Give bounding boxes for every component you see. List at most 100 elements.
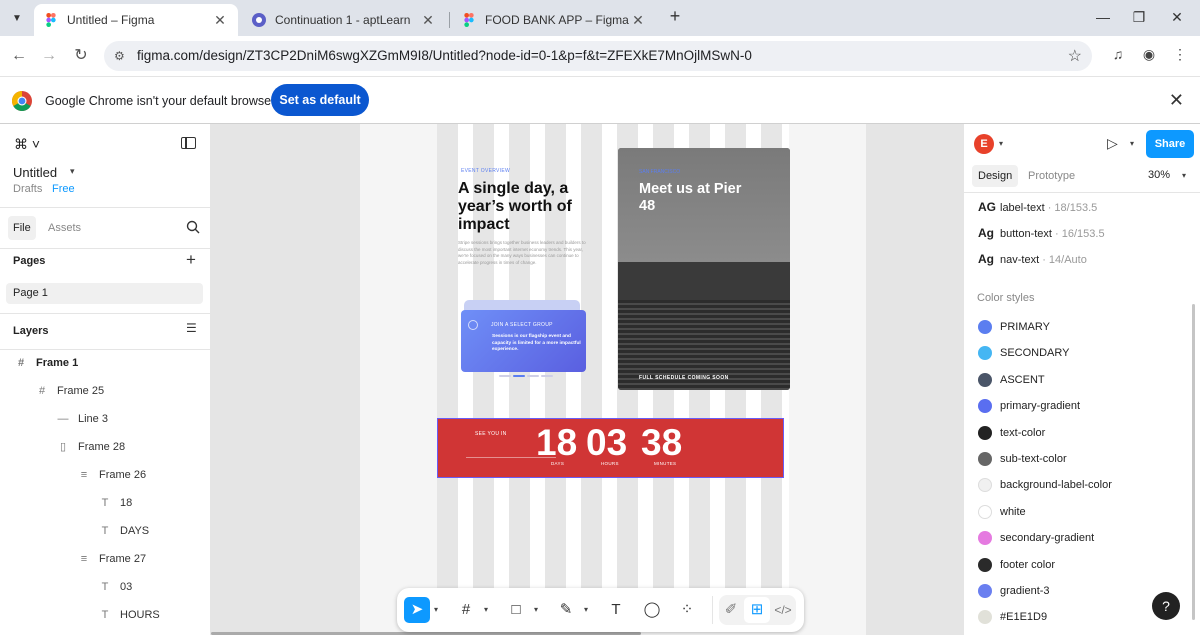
layer-row[interactable]: ≡ Frame 27 bbox=[77, 545, 146, 573]
comment-tool-icon[interactable]: ◯ bbox=[639, 597, 665, 623]
color-style-name: ASCENT bbox=[1000, 373, 1045, 386]
chevron-down-icon[interactable]: ▾ bbox=[70, 166, 75, 177]
window-close-icon[interactable]: ✕ bbox=[1162, 6, 1192, 28]
file-location[interactable]: Drafts bbox=[13, 183, 42, 195]
color-style-item[interactable]: #E1E1D9 bbox=[978, 609, 1047, 625]
minimize-icon[interactable]: — bbox=[1088, 6, 1118, 28]
more-menu-icon[interactable]: ⋮ bbox=[1170, 46, 1190, 66]
layer-row[interactable]: — Line 3 bbox=[56, 405, 108, 433]
close-icon[interactable]: ✕ bbox=[212, 12, 228, 29]
add-page-icon[interactable]: + bbox=[186, 250, 196, 270]
color-style-item[interactable]: gradient-3 bbox=[978, 583, 1050, 599]
color-style-item[interactable]: footer color bbox=[978, 557, 1055, 573]
pier-photo-card[interactable]: SAN FRANCISCO Meet us at Pier 48 FULL SC… bbox=[618, 148, 790, 390]
vertical-scrollbar[interactable] bbox=[1192, 304, 1195, 620]
new-tab-button[interactable]: + bbox=[664, 6, 686, 28]
layer-row[interactable]: # Frame 1 bbox=[14, 349, 78, 377]
hero-body[interactable]: Stripe sessions brings together business… bbox=[458, 240, 588, 266]
set-as-default-button[interactable]: Set as default bbox=[271, 84, 369, 116]
site-info-icon[interactable]: ⚙ bbox=[114, 49, 125, 63]
layer-row[interactable]: T HOURS bbox=[98, 601, 160, 629]
design-mode-icon[interactable]: ⊞ bbox=[744, 597, 770, 623]
hero-title[interactable]: A single day, a year’s worth of impact bbox=[458, 180, 598, 234]
tab-file[interactable]: File bbox=[8, 216, 36, 240]
text-tool-icon[interactable]: T bbox=[603, 597, 629, 623]
text-style-item[interactable]: AG label-text · 18/153.5 bbox=[978, 200, 1097, 214]
share-button[interactable]: Share bbox=[1146, 130, 1194, 158]
sidebar-toggle-icon[interactable] bbox=[181, 137, 196, 149]
color-style-item[interactable]: background-label-color bbox=[978, 477, 1112, 493]
draw-mode-icon[interactable]: ✐ bbox=[718, 597, 744, 623]
layout-grid-column bbox=[437, 124, 458, 592]
close-icon[interactable]: ✕ bbox=[420, 12, 436, 29]
layer-row[interactable]: ▯ Frame 28 bbox=[56, 433, 125, 461]
move-tool-icon[interactable]: ➤ bbox=[404, 597, 430, 623]
chevron-down-icon[interactable]: ▾ bbox=[999, 139, 1003, 148]
tab-assets[interactable]: Assets bbox=[43, 216, 86, 240]
bookmark-star-icon[interactable]: ☆ bbox=[1068, 46, 1082, 66]
page-item[interactable]: Page 1 bbox=[6, 283, 203, 304]
avatar[interactable]: E bbox=[974, 134, 994, 154]
forward-icon[interactable]: → bbox=[38, 45, 60, 67]
carousel-dot-active[interactable] bbox=[513, 375, 525, 377]
reload-icon[interactable]: ↻ bbox=[70, 45, 92, 67]
profile-icon[interactable]: ◉ bbox=[1139, 46, 1159, 66]
color-style-item[interactable]: secondary-gradient bbox=[978, 530, 1094, 546]
countdown-frame[interactable]: SEE YOU IN 18 DAYS 03 HOURS 38 MINUTES bbox=[437, 418, 784, 478]
dev-mode-icon[interactable]: </> bbox=[770, 597, 796, 623]
carousel-dot[interactable] bbox=[541, 375, 553, 377]
divider bbox=[0, 207, 211, 208]
layer-row[interactable]: T 18 bbox=[98, 489, 133, 517]
layer-row[interactable]: ≡ Frame 26 bbox=[77, 461, 146, 489]
zoom-level[interactable]: 30% bbox=[1148, 169, 1170, 181]
tab-search-icon[interactable]: ▼ bbox=[6, 7, 28, 29]
chevron-down-icon[interactable]: ▾ bbox=[484, 605, 488, 614]
plan-badge[interactable]: Free bbox=[52, 183, 75, 195]
tab-untitled-figma[interactable]: Untitled – Figma ✕ bbox=[34, 4, 238, 36]
color-style-item[interactable]: PRIMARY bbox=[978, 319, 1050, 335]
pen-tool-icon[interactable]: ✎ bbox=[553, 597, 579, 623]
file-name[interactable]: Untitled bbox=[13, 165, 57, 180]
color-style-item[interactable]: ASCENT bbox=[978, 372, 1045, 388]
media-controls-icon[interactable]: ♫ bbox=[1108, 46, 1128, 66]
frame-tool-icon[interactable]: # bbox=[453, 597, 479, 623]
color-style-item[interactable]: sub-text-color bbox=[978, 451, 1067, 467]
chevron-down-icon[interactable]: ▾ bbox=[584, 605, 588, 614]
search-icon[interactable] bbox=[186, 220, 200, 234]
color-style-item[interactable]: primary-gradient bbox=[978, 398, 1080, 414]
layer-label: DAYS bbox=[120, 525, 150, 537]
tab-design[interactable]: Design bbox=[972, 165, 1019, 187]
color-style-item[interactable]: white bbox=[978, 504, 1026, 520]
actions-icon[interactable]: ⁘ bbox=[674, 597, 700, 623]
tab-aptlearn[interactable]: Continuation 1 - aptLearn ✕ bbox=[242, 4, 446, 36]
vertical-layout-icon: ≡ bbox=[80, 553, 88, 565]
text-style-item[interactable]: Ag nav-text · 14/Auto bbox=[978, 252, 1087, 266]
rectangle-tool-icon[interactable]: □ bbox=[503, 597, 529, 623]
design-canvas[interactable]: EVENT OVERVIEW A single day, a year’s wo… bbox=[211, 124, 963, 635]
help-button[interactable]: ? bbox=[1152, 592, 1180, 620]
color-style-item[interactable]: SECONDARY bbox=[978, 345, 1069, 361]
carousel-dot[interactable] bbox=[527, 375, 539, 377]
present-play-icon[interactable]: ▷ bbox=[1107, 135, 1118, 152]
chevron-down-icon[interactable]: ▾ bbox=[1130, 139, 1134, 148]
url-text[interactable]: figma.com/design/ZT3CP2DniM6swgXZGmM9I8/… bbox=[137, 48, 752, 63]
chevron-down-icon[interactable]: ▾ bbox=[534, 605, 538, 614]
address-bar[interactable]: ⚙ figma.com/design/ZT3CP2DniM6swgXZGmM9I… bbox=[104, 41, 1092, 71]
tab-prototype[interactable]: Prototype bbox=[1022, 165, 1081, 187]
color-style-item[interactable]: text-color bbox=[978, 425, 1045, 441]
layer-row[interactable]: T DAYS bbox=[98, 517, 150, 545]
chevron-down-icon[interactable]: ▾ bbox=[434, 605, 438, 614]
close-icon[interactable]: ✕ bbox=[630, 12, 646, 29]
text-style-item[interactable]: Ag button-text · 16/153.5 bbox=[978, 226, 1105, 240]
layers-options-icon[interactable]: ☰ bbox=[186, 321, 197, 335]
carousel-dot[interactable] bbox=[499, 375, 511, 377]
restore-icon[interactable]: ❐ bbox=[1124, 6, 1154, 28]
figma-main-menu-icon[interactable]: ⌘ ˅ bbox=[14, 136, 40, 153]
chevron-down-icon[interactable]: ▾ bbox=[1182, 171, 1186, 180]
infobar-close-icon[interactable]: ✕ bbox=[1169, 90, 1184, 111]
tab-food-bank-figma[interactable]: FOOD BANK APP – Figma ✕ bbox=[452, 4, 656, 36]
layer-row[interactable]: # Frame 25 bbox=[35, 377, 104, 405]
back-icon[interactable]: ← bbox=[8, 45, 30, 67]
layer-row[interactable]: T 03 bbox=[98, 573, 133, 601]
text-style-meta: · 14/Auto bbox=[1042, 254, 1087, 266]
